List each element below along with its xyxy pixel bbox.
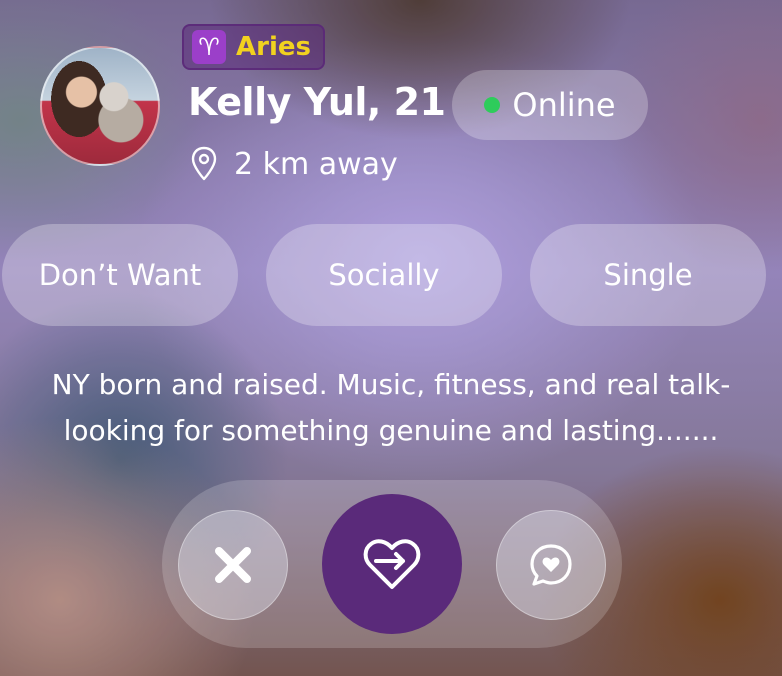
tag-chip[interactable]: Don’t Want	[2, 224, 238, 326]
status-label: Online	[512, 86, 616, 124]
heart-arrow-icon	[363, 539, 421, 589]
tag-list: Don’t Want Socially Single	[2, 224, 766, 326]
distance-row: 2 km away	[190, 146, 398, 182]
tag-chip[interactable]: Single	[530, 224, 766, 326]
like-button[interactable]	[322, 494, 462, 634]
chat-heart-icon	[530, 544, 572, 586]
avatar[interactable]	[40, 46, 160, 166]
chat-button[interactable]	[496, 510, 606, 620]
distance-label: 2 km away	[234, 146, 398, 182]
zodiac-label: Aries	[236, 32, 311, 62]
pass-button[interactable]	[178, 510, 288, 620]
online-dot	[484, 97, 501, 113]
zodiac-badge: ♈ Aries	[182, 24, 325, 70]
close-icon	[215, 547, 251, 583]
profile-bio: NY born and raised. Music, fitness, and …	[51, 368, 731, 447]
profile-name: Kelly Yul, 21	[188, 80, 446, 124]
location-pin-icon	[191, 146, 217, 181]
tag-chip[interactable]: Socially	[266, 224, 502, 326]
status-badge: Online	[452, 70, 648, 140]
aries-icon: ♈	[192, 30, 226, 64]
